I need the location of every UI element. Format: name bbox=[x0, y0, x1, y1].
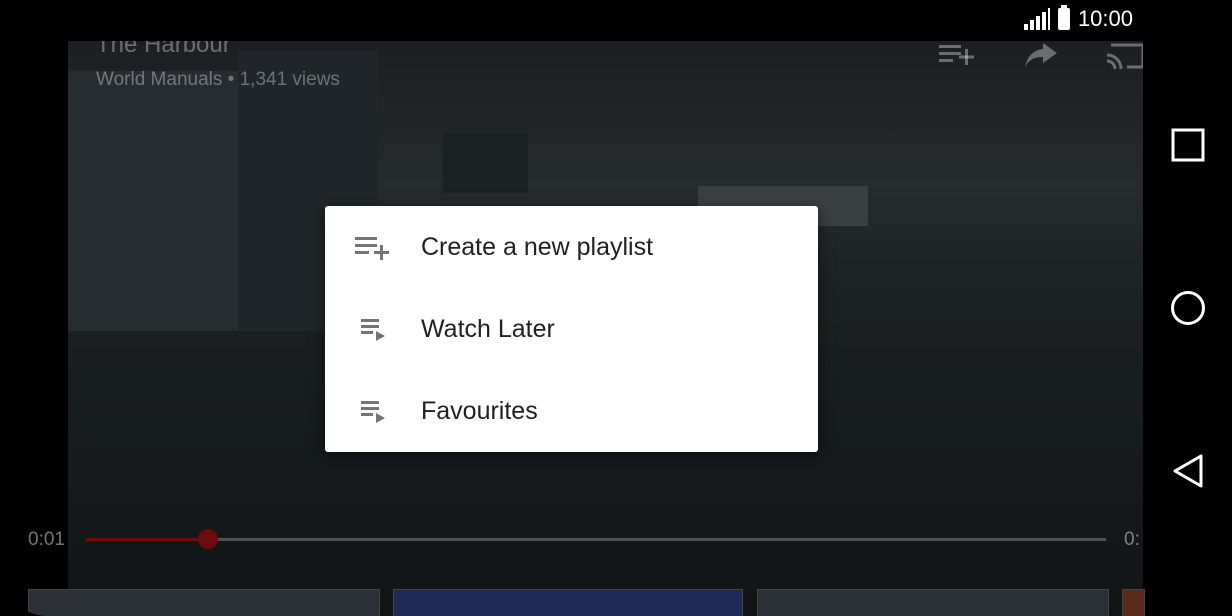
signal-icon bbox=[1023, 8, 1050, 30]
triangle-back-icon bbox=[1173, 454, 1203, 488]
playlist-play-icon bbox=[325, 316, 421, 342]
cast-icon[interactable] bbox=[1106, 41, 1143, 71]
back-button[interactable] bbox=[1170, 453, 1206, 489]
device-frame: 10:00 The Harbour World Manuals • 1,341 … bbox=[0, 0, 1232, 616]
add-to-playlist-icon[interactable] bbox=[939, 41, 975, 71]
seek-bar-progress bbox=[86, 538, 208, 541]
video-meta: World Manuals • 1,341 views bbox=[96, 69, 340, 90]
player-top-actions bbox=[939, 41, 1143, 71]
current-time: 0:01 bbox=[28, 529, 65, 550]
create-new-playlist-option[interactable]: Create a new playlist bbox=[325, 206, 818, 288]
share-icon[interactable] bbox=[1025, 41, 1057, 71]
add-to-playlist-dialog: Create a new playlist Watch Later Favour… bbox=[325, 206, 818, 452]
view-count: 1,341 views bbox=[239, 69, 340, 90]
duration: 0: bbox=[1124, 529, 1140, 550]
home-button[interactable] bbox=[1170, 290, 1206, 326]
playlist-add-icon bbox=[325, 234, 421, 260]
option-label: Watch Later bbox=[421, 314, 555, 343]
navigation-bar bbox=[1143, 0, 1232, 616]
seek-bar[interactable] bbox=[86, 529, 1106, 549]
favourites-option[interactable]: Favourites bbox=[325, 370, 818, 452]
battery-icon bbox=[1057, 5, 1070, 30]
playlist-play-icon bbox=[325, 398, 421, 424]
watch-later-option[interactable]: Watch Later bbox=[325, 288, 818, 370]
related-video-thumbnail[interactable] bbox=[757, 589, 1109, 616]
clock: 10:00 bbox=[1077, 6, 1133, 31]
related-video-thumbnail[interactable] bbox=[393, 589, 743, 616]
related-video-thumbnail[interactable] bbox=[28, 589, 380, 616]
circle-icon bbox=[1171, 291, 1205, 325]
option-label: Create a new playlist bbox=[421, 232, 654, 261]
video-title: The Harbour bbox=[96, 41, 231, 58]
recents-button[interactable] bbox=[1170, 127, 1206, 163]
status-bar: 10:00 bbox=[0, 0, 1143, 41]
square-icon bbox=[1171, 128, 1205, 162]
status-icons: 10:00 bbox=[1023, 5, 1133, 32]
option-label: Favourites bbox=[421, 396, 538, 425]
related-video-thumbnail[interactable] bbox=[1122, 589, 1145, 616]
seek-scrubber[interactable] bbox=[198, 529, 218, 549]
channel-name: World Manuals bbox=[96, 69, 223, 90]
